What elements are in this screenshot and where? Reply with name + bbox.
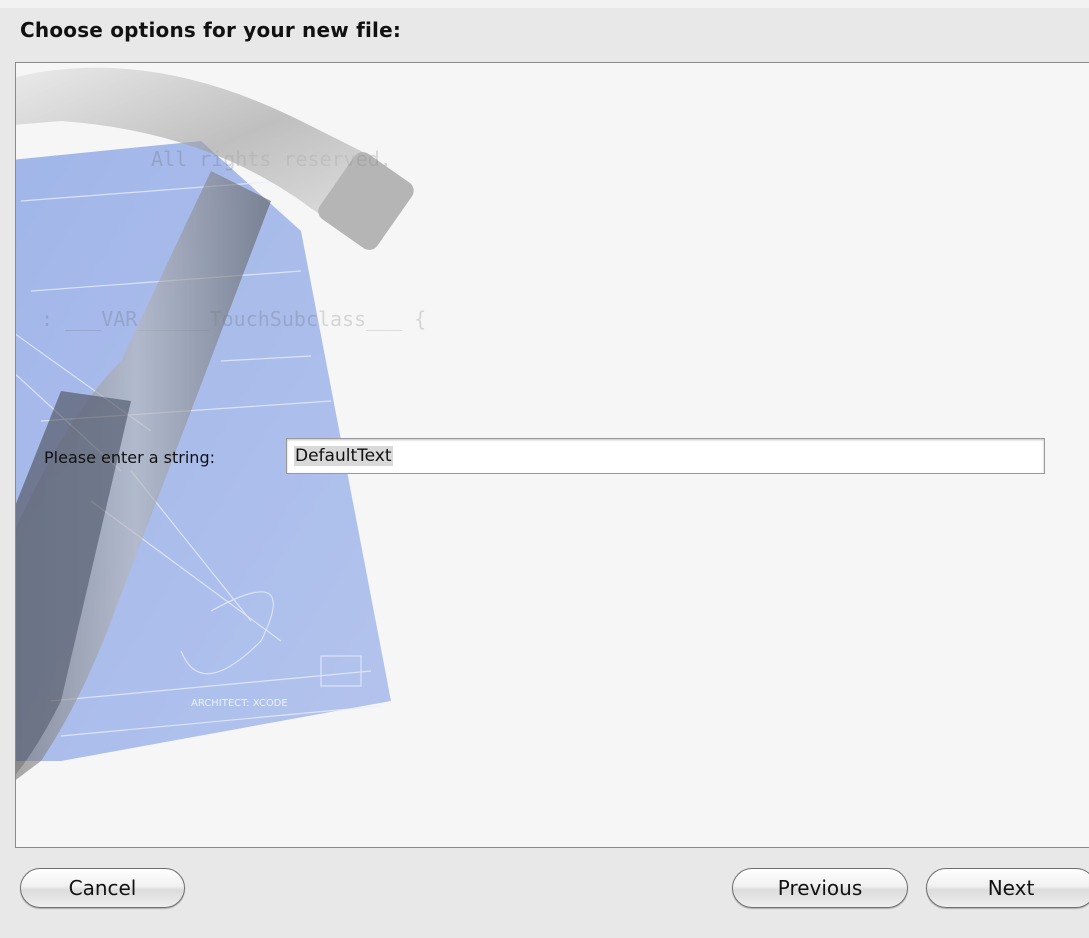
- cancel-button[interactable]: Cancel: [20, 868, 185, 908]
- string-field-label: Please enter a string:: [44, 448, 215, 467]
- string-input-value: DefaultText: [294, 446, 393, 466]
- svg-text:: ___VAR______TouchSubclass___: : ___VAR______TouchSubclass___ {: [41, 307, 426, 331]
- new-file-options-window: Choose options for your new file: ARCHIT…: [0, 0, 1089, 938]
- string-field-row: Please enter a string: DefaultText: [44, 438, 1064, 474]
- next-button[interactable]: Next: [926, 868, 1089, 908]
- blueprint-architect-label: ARCHITECT: XCODE: [191, 698, 288, 709]
- faint-code-text: All rights reserved. : ___VAR______Touch…: [41, 147, 426, 331]
- hammer: [16, 67, 414, 780]
- options-panel: ARCHITECT: XCODE All rights reserved. : …: [15, 62, 1089, 848]
- string-input[interactable]: [286, 438, 1045, 474]
- title-bar-strip: [0, 0, 1089, 8]
- svg-text:All rights reserved.: All rights reserved.: [151, 147, 392, 171]
- dialog-title: Choose options for your new file:: [20, 18, 402, 42]
- previous-button[interactable]: Previous: [732, 868, 908, 908]
